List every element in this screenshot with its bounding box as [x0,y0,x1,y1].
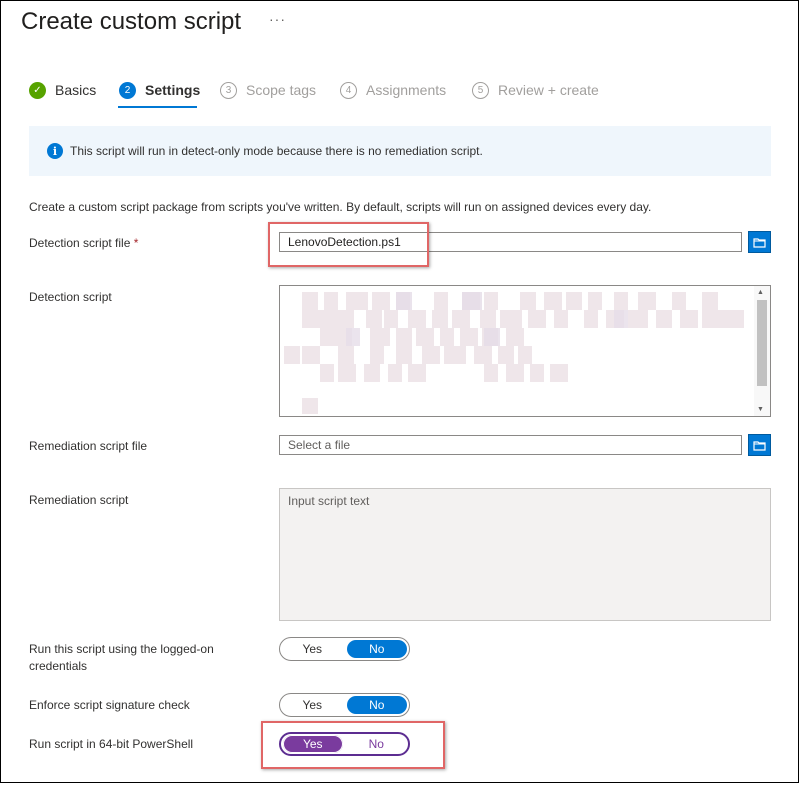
scroll-up-arrow-icon[interactable]: ▲ [757,289,764,296]
step-settings[interactable]: 2 Settings [119,80,200,100]
info-banner: i This script will run in detect-only mo… [29,126,771,176]
detection-script-label: Detection script [29,290,112,304]
signature-check-toggle[interactable]: Yes No [279,693,410,717]
logged-on-yes-option[interactable]: Yes [282,640,343,658]
info-icon: i [47,143,63,159]
remediation-file-label: Remediation script file [29,439,148,453]
step-label: Review + create [498,82,599,98]
step-number: 5 [472,81,489,99]
logged-on-no-option[interactable]: No [346,640,407,658]
step-label: Settings [145,82,201,98]
page-title: Create custom script [21,8,242,35]
step-label: Basics [55,82,97,98]
remediation-file-placeholder: Select a file [288,438,351,452]
detection-file-browse-button[interactable] [748,231,771,253]
logged-on-label: Run this script using the logged-on cred… [29,642,214,673]
step-number: 2 [119,81,136,99]
blurred-script-content [284,292,744,414]
remediation-script-textarea[interactable]: Input script text [279,488,771,621]
step-basics[interactable]: ✓ Basics [29,80,96,100]
more-options-button[interactable]: ··· [269,11,286,27]
detection-script-scrollbar[interactable]: ▲ ▼ [754,286,770,416]
folder-icon [753,237,766,248]
folder-icon [753,440,766,451]
scrollbar-thumb[interactable] [757,300,767,386]
step-label: Assignments [366,82,447,98]
detection-file-label-text: Detection script file [29,236,131,250]
step-label: Scope tags [246,82,317,98]
info-banner-text: This script will run in detect-only mode… [70,144,483,158]
highlight-box-detection-file [268,222,429,267]
active-step-underline [118,106,197,108]
detection-file-label: Detection script file * [29,235,138,252]
signature-check-yes-option[interactable]: Yes [282,696,343,714]
remediation-script-placeholder: Input script text [288,494,370,508]
required-marker: * [133,236,139,250]
check-icon: ✓ [29,81,46,99]
remediation-file-input[interactable]: Select a file [279,435,742,455]
description-text: Create a custom script package from scri… [29,200,652,214]
step-number: 4 [340,81,357,99]
step-assignments[interactable]: 4 Assignments [340,80,446,100]
remediation-script-label: Remediation script [29,493,129,507]
step-review-create[interactable]: 5 Review + create [472,80,599,100]
signature-check-label: Enforce script signature check [29,698,190,712]
remediation-file-browse-button[interactable] [748,434,771,456]
scroll-down-arrow-icon[interactable]: ▼ [757,406,764,413]
powershell64-label: Run script in 64-bit PowerShell [29,737,194,751]
logged-on-toggle[interactable]: Yes No [279,637,410,661]
highlight-box-powershell64 [261,721,445,769]
step-number: 3 [220,81,237,99]
detection-script-textarea[interactable]: ▲ ▼ [279,285,771,417]
signature-check-no-option[interactable]: No [346,696,407,714]
step-scope-tags[interactable]: 3 Scope tags [220,80,316,100]
